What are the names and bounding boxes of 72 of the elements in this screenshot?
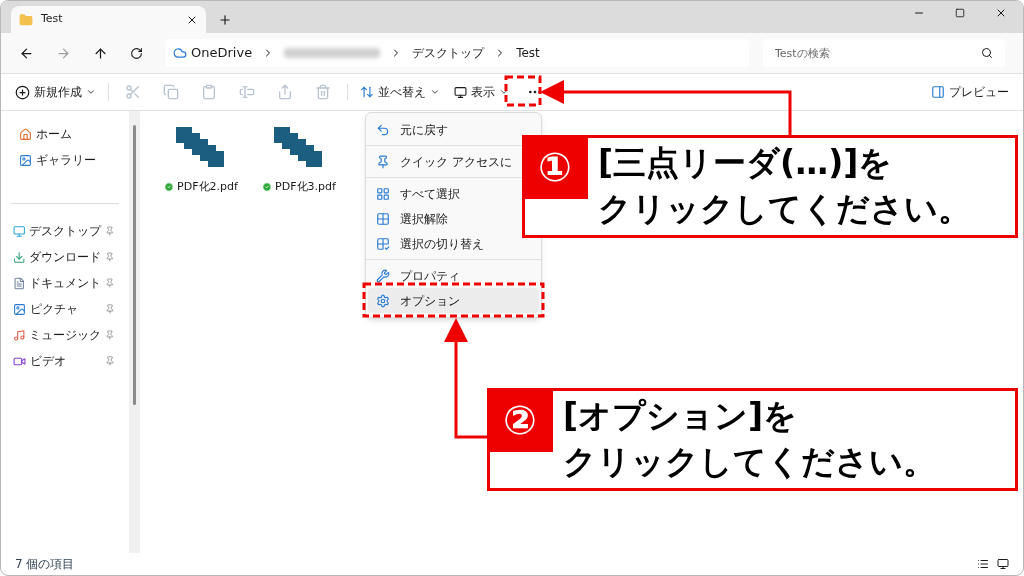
monitor-icon (454, 85, 467, 99)
breadcrumb[interactable]: デスクトップ (412, 44, 485, 62)
stacked-squares-icon (274, 127, 324, 167)
new-tab-icon[interactable] (218, 13, 232, 27)
folder-icon (19, 12, 33, 27)
sidebar-item[interactable]: ギャラリー (11, 147, 119, 173)
menu-item[interactable]: 元に戻す (368, 117, 456, 142)
sort-arrows-icon (360, 85, 374, 99)
sort-button[interactable]: 並べ替え (360, 83, 440, 101)
instruction-text: クリックしてください。 (598, 188, 971, 230)
step-number: ① (522, 135, 588, 199)
grid-icon (376, 211, 390, 226)
menu-item[interactable]: 選択解除 (368, 206, 456, 231)
highlight-frame (504, 75, 542, 107)
gear-icon (376, 293, 390, 308)
file-name: PDF化3.pdf (275, 179, 336, 195)
search-icon (981, 47, 993, 59)
image-icon (19, 153, 32, 167)
document-icon (13, 276, 26, 290)
details-view-icon[interactable] (977, 558, 989, 570)
caret-icon (499, 87, 509, 97)
plus-circle-icon (15, 84, 30, 100)
grid-check-icon (376, 236, 390, 251)
search-field[interactable]: Testの検索 (763, 39, 1005, 67)
undo-icon (376, 122, 390, 137)
stacked-squares-icon (176, 127, 226, 167)
sidebar-item[interactable]: ミュージック (11, 322, 119, 348)
address-bar[interactable]: OneDrive デスクトップ Test (165, 39, 749, 67)
music-note-icon (13, 328, 26, 342)
tiles-view-icon[interactable] (997, 558, 1009, 570)
download-icon (13, 250, 26, 264)
maximize-icon[interactable] (955, 8, 965, 18)
close-icon[interactable] (995, 7, 1007, 19)
breadcrumb[interactable]: OneDrive (191, 43, 253, 63)
file-item[interactable]: PDF化3.pdf (260, 127, 338, 196)
menu-item[interactable]: すべて選択 (368, 181, 468, 206)
sidebar-item[interactable]: ピクチャ (11, 296, 119, 322)
breadcrumb[interactable]: Test (516, 44, 540, 62)
file-name: PDF化2.pdf (177, 179, 238, 195)
tab-title: Test (41, 11, 64, 28)
sidebar-item[interactable]: ドキュメント (11, 270, 119, 296)
menu-item[interactable]: 選択の切り替え (368, 231, 492, 256)
sidebar-item[interactable]: デスクトップ (11, 218, 119, 244)
preview-button[interactable]: プレビュー (931, 83, 1009, 101)
file-item[interactable]: PDF化2.pdf (162, 127, 240, 196)
instruction-text: [オプション]を (563, 395, 799, 437)
up-icon[interactable] (93, 45, 108, 61)
monitor-icon (13, 224, 26, 238)
caret-icon (430, 87, 440, 97)
pin-icon (376, 154, 390, 169)
wrench-icon (376, 268, 390, 283)
select-all-icon (376, 186, 390, 201)
sidebar-item[interactable]: ダウンロード (11, 244, 119, 270)
back-icon[interactable] (19, 45, 34, 61)
menu-item[interactable]: プロパティ (368, 263, 468, 288)
refresh-icon[interactable] (130, 46, 143, 60)
menu-item[interactable]: クイック アクセスに (368, 149, 520, 174)
tab[interactable]: Test (11, 6, 206, 33)
item-count: 7 個の項目 (15, 556, 75, 573)
instruction-text: クリックしてください。 (563, 441, 936, 483)
sidebar-item[interactable]: ビデオ (11, 348, 119, 374)
view-button[interactable]: 表示 (454, 83, 509, 101)
image-icon (13, 302, 26, 316)
step-number: ② (487, 388, 553, 452)
side-panel-icon (931, 85, 945, 99)
house-icon (19, 127, 32, 141)
cloud-icon (173, 46, 187, 60)
sidebar-item[interactable]: ホーム (11, 121, 119, 147)
new-button[interactable]: 新規作成 (15, 83, 109, 101)
caret-icon (86, 87, 96, 97)
instruction-text: [三点リーダ(…)]を (598, 142, 894, 184)
menu-item[interactable]: オプション (368, 288, 539, 313)
